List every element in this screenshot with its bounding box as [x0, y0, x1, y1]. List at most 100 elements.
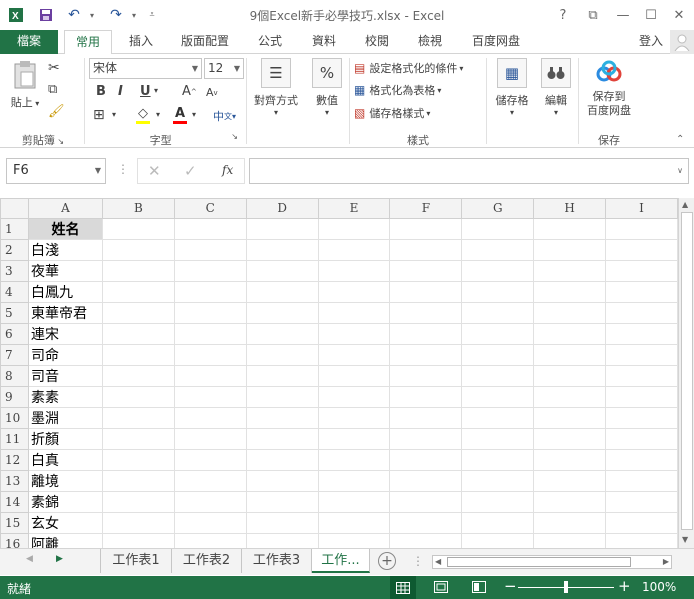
row-header[interactable]: 16 [0, 532, 29, 548]
column-header-a[interactable]: A [27, 198, 103, 219]
column-header-b[interactable]: B [101, 198, 175, 219]
cell[interactable] [317, 217, 391, 240]
cell-name[interactable]: 司命 [27, 343, 103, 366]
cell[interactable] [101, 322, 175, 345]
enter-icon[interactable]: ✓ [184, 162, 197, 180]
normal-view-icon[interactable] [390, 576, 416, 599]
tab-page-layout[interactable]: 版面配置 [172, 30, 238, 54]
cell[interactable] [605, 322, 678, 345]
cell[interactable] [317, 385, 391, 408]
cell[interactable] [173, 280, 247, 303]
cell[interactable] [461, 343, 535, 366]
cell[interactable] [389, 469, 463, 492]
cell[interactable] [461, 469, 535, 492]
sign-in-link[interactable]: 登入 [632, 30, 670, 54]
cell[interactable] [605, 469, 678, 492]
cell[interactable] [101, 532, 175, 548]
scroll-down-icon[interactable]: ▼ [682, 535, 688, 544]
cell-name[interactable]: 離境 [27, 469, 103, 492]
cell[interactable] [101, 238, 175, 261]
number-button[interactable]: % 數值 ▾ [308, 58, 346, 117]
cell-name[interactable]: 司音 [27, 364, 103, 387]
cell-name[interactable]: 墨淵 [27, 406, 103, 429]
horizontal-scrollbar[interactable]: ◀ ▶ [432, 555, 672, 569]
tab-formulas[interactable]: 公式 [248, 30, 292, 54]
select-all-corner[interactable] [0, 198, 29, 219]
cell[interactable] [605, 217, 678, 240]
cell[interactable] [101, 259, 175, 282]
cell[interactable] [605, 511, 678, 534]
cell[interactable] [605, 490, 678, 513]
italic-button[interactable]: I [118, 84, 123, 99]
underline-button[interactable]: U [140, 84, 151, 99]
maximize-button[interactable]: ☐ [640, 5, 662, 25]
cell[interactable] [245, 385, 319, 408]
cell[interactable] [245, 532, 319, 548]
cell[interactable] [101, 427, 175, 450]
font-color-icon[interactable]: A [172, 106, 188, 124]
cell[interactable] [245, 301, 319, 324]
cell[interactable] [173, 490, 247, 513]
close-button[interactable]: ✕ [668, 5, 690, 25]
cell[interactable] [173, 469, 247, 492]
cell[interactable] [245, 469, 319, 492]
cell[interactable] [389, 427, 463, 450]
cell[interactable] [605, 301, 678, 324]
row-header[interactable]: 11 [0, 427, 29, 450]
cell[interactable] [389, 259, 463, 282]
conditional-format-button[interactable]: ▤ 設定格式化的條件 ▾ [354, 60, 463, 76]
cell[interactable] [245, 406, 319, 429]
cell[interactable] [389, 217, 463, 240]
tab-data[interactable]: 資料 [302, 30, 346, 54]
border-icon[interactable]: ⊞ [93, 107, 105, 123]
cell[interactable] [101, 448, 175, 471]
cell[interactable] [173, 343, 247, 366]
cell[interactable] [245, 217, 319, 240]
vertical-scrollbar[interactable]: ▲ ▼ [678, 198, 694, 548]
cell[interactable] [533, 448, 607, 471]
cell[interactable] [245, 511, 319, 534]
cell[interactable] [317, 280, 391, 303]
prev-sheet-icon[interactable]: ◀ [26, 554, 33, 564]
cell[interactable] [173, 511, 247, 534]
cell[interactable] [389, 490, 463, 513]
insert-function-button[interactable]: fx [222, 163, 233, 177]
worksheet-grid[interactable]: A B C D E F G H I 1 姓名 2 白淺 3 夜華 4 白鳳九 5 東華帝君 6 連宋 7… [0, 198, 678, 548]
font-size-combo[interactable]: 12 ▼ [204, 58, 244, 79]
cell-name[interactable]: 素素 [27, 385, 103, 408]
cell[interactable] [245, 322, 319, 345]
cell[interactable] [533, 532, 607, 548]
scroll-thumb[interactable] [681, 212, 693, 530]
scroll-up-icon[interactable]: ▲ [682, 200, 688, 209]
sheet-tab-2[interactable]: 工作表2 [172, 549, 242, 573]
cell[interactable] [605, 238, 678, 261]
cell[interactable] [317, 343, 391, 366]
cell[interactable] [317, 448, 391, 471]
cell[interactable] [245, 343, 319, 366]
alignment-button[interactable]: ☰ 對齊方式 ▾ [250, 58, 302, 117]
cell[interactable] [605, 448, 678, 471]
cell[interactable] [101, 469, 175, 492]
cell[interactable] [245, 364, 319, 387]
zoom-slider-thumb[interactable] [564, 581, 568, 593]
cell[interactable] [101, 343, 175, 366]
zoom-out-icon[interactable]: − [504, 577, 517, 595]
row-header[interactable]: 3 [0, 259, 29, 282]
column-header-e[interactable]: E [317, 198, 391, 219]
cell[interactable] [533, 322, 607, 345]
zoom-in-icon[interactable]: + [618, 577, 631, 595]
cell-name[interactable]: 夜華 [27, 259, 103, 282]
cell-name[interactable]: 白真 [27, 448, 103, 471]
cell[interactable] [317, 322, 391, 345]
paste-button[interactable]: 貼上 ▾ [8, 60, 42, 110]
tab-home[interactable]: 常用 [64, 30, 112, 55]
cell-name[interactable]: 白淺 [27, 238, 103, 261]
cell[interactable] [173, 364, 247, 387]
cell[interactable] [533, 490, 607, 513]
cells-button[interactable]: ▦ 儲存格 ▾ [490, 58, 534, 117]
tab-insert[interactable]: 插入 [118, 30, 164, 54]
cell-name[interactable]: 東華帝君 [27, 301, 103, 324]
scroll-left-icon[interactable]: ◀ [435, 557, 441, 566]
horizontal-scroll-thumb[interactable] [447, 557, 631, 567]
cell[interactable] [389, 364, 463, 387]
